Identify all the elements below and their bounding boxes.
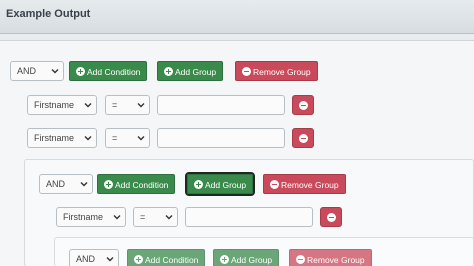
- minus-circle-icon: [299, 101, 308, 110]
- root-add-group-label: Add Group: [175, 67, 217, 77]
- chevron-down-icon: [51, 69, 59, 74]
- inner-add-condition-label: Add Condition: [145, 255, 199, 265]
- root-add-condition-button[interactable]: Add Condition: [69, 61, 148, 81]
- minus-circle-icon: [242, 67, 251, 76]
- plus-circle-icon: [104, 180, 113, 189]
- rule-2-delete-button[interactable]: [292, 128, 314, 148]
- chevron-down-icon: [80, 182, 88, 187]
- nested-conjunction-select[interactable]: AND: [39, 174, 93, 194]
- nested-rule-delete-button[interactable]: [320, 207, 342, 227]
- nested-remove-group-label: Remove Group: [281, 180, 339, 190]
- root-add-condition-label: Add Condition: [87, 67, 141, 77]
- query-builder-panel: AND Add Condition Add Group Remove Group…: [0, 40, 474, 266]
- inner-conjunction-select[interactable]: AND: [69, 249, 119, 266]
- chevron-down-icon: [113, 215, 121, 220]
- root-remove-group-button[interactable]: Remove Group: [235, 61, 318, 81]
- rule-1-operator-select[interactable]: =: [105, 95, 150, 115]
- inner-add-group-label: Add Group: [231, 255, 273, 265]
- nested-rule-operator-value: =: [140, 212, 146, 222]
- plus-circle-icon: [134, 255, 143, 264]
- rule-2-value-input[interactable]: [157, 128, 285, 148]
- nested-rule-operator-select[interactable]: =: [133, 207, 178, 227]
- minus-circle-icon: [270, 180, 279, 189]
- nested-remove-group-button[interactable]: Remove Group: [263, 174, 346, 194]
- minus-circle-icon: [299, 134, 308, 143]
- chevron-down-icon: [165, 215, 173, 220]
- root-conjunction-select[interactable]: AND: [10, 61, 64, 81]
- rule-2-operator-select[interactable]: =: [105, 128, 150, 148]
- nested-rule-field-value: Firstname: [63, 212, 104, 222]
- nested-conjunction-value: AND: [46, 179, 66, 189]
- page-title: Example Output: [6, 8, 91, 20]
- nested-rule-field-select[interactable]: Firstname: [56, 207, 126, 227]
- rule-1-field-select[interactable]: Firstname: [27, 95, 97, 115]
- inner-remove-group-label: Remove Group: [307, 255, 365, 265]
- chevron-down-icon: [84, 136, 92, 141]
- inner-remove-group-button[interactable]: Remove Group: [289, 249, 372, 266]
- chevron-down-icon: [84, 103, 92, 108]
- minus-circle-icon: [327, 213, 336, 222]
- rule-2-operator-value: =: [112, 133, 118, 143]
- plus-circle-icon: [220, 255, 229, 264]
- rule-2-field-value: Firstname: [34, 133, 75, 143]
- header-bar: Example Output: [0, 0, 474, 34]
- root-conjunction-value: AND: [17, 66, 37, 76]
- nested-add-group-button[interactable]: Add Group: [184, 172, 256, 196]
- minus-circle-icon: [296, 255, 305, 264]
- inner-add-condition-button[interactable]: Add Condition: [127, 249, 206, 266]
- inner-add-group-button[interactable]: Add Group: [213, 249, 280, 266]
- rule-2-field-select[interactable]: Firstname: [27, 128, 97, 148]
- chevron-down-icon: [137, 136, 145, 141]
- rule-1-value-input[interactable]: [157, 95, 285, 115]
- chevron-down-icon: [106, 257, 114, 262]
- rule-1-field-value: Firstname: [34, 100, 75, 110]
- nested-add-condition-label: Add Condition: [115, 180, 169, 190]
- inner-conjunction-value: AND: [76, 254, 96, 264]
- nested-add-condition-button[interactable]: Add Condition: [97, 174, 176, 194]
- chevron-down-icon: [137, 103, 145, 108]
- root-remove-group-label: Remove Group: [253, 67, 311, 77]
- nested-rule-value-input[interactable]: [185, 207, 313, 227]
- rule-1-delete-button[interactable]: [292, 95, 314, 115]
- plus-circle-icon: [164, 67, 173, 76]
- nested-add-group-label: Add Group: [205, 180, 247, 190]
- plus-circle-icon: [194, 180, 203, 189]
- root-add-group-button[interactable]: Add Group: [157, 61, 224, 81]
- plus-circle-icon: [76, 67, 85, 76]
- rule-1-operator-value: =: [112, 100, 118, 110]
